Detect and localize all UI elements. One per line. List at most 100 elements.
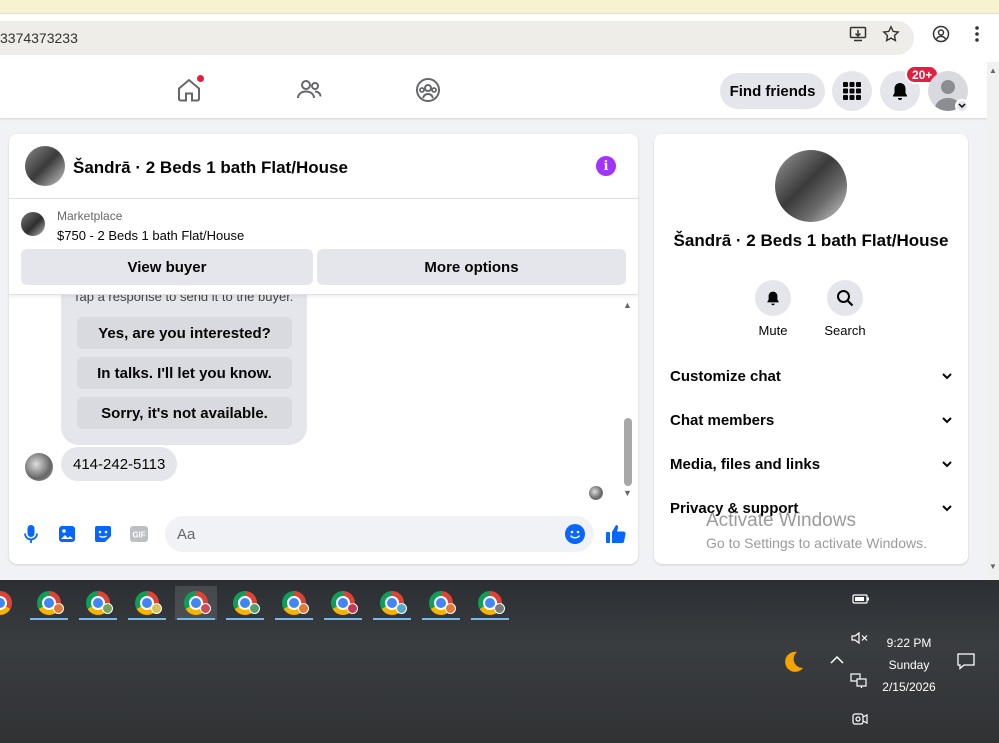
chat-title[interactable]: Šandrā · 2 Beds 1 bath Flat/House	[73, 158, 348, 178]
section-label: Media, files and links	[670, 455, 821, 473]
running-indicator	[324, 618, 362, 620]
taskbar-chrome-window-7[interactable]	[322, 586, 364, 620]
taskbar-chrome-window-10[interactable]	[469, 586, 511, 620]
night-light-moon-icon[interactable]	[780, 649, 806, 678]
chevron-down-icon	[942, 369, 952, 383]
marketplace-listing-card: Marketplace $750 - 2 Beds 1 bath Flat/Ho…	[9, 199, 638, 295]
address-bar[interactable]: 3374373233	[0, 21, 914, 55]
emoji-icon[interactable]	[565, 524, 585, 544]
quick-reply-hint: Tap a response to send it to the buyer.	[73, 295, 294, 304]
mute-label: Mute	[758, 323, 788, 338]
section-label: Customize chat	[670, 367, 781, 385]
install-app-icon[interactable]	[848, 24, 868, 44]
page-scrollbar[interactable]: ▲ ▼	[987, 62, 999, 580]
bell-icon[interactable]	[755, 280, 791, 316]
clock-time: 9:22 PM	[886, 636, 932, 650]
friends-icon[interactable]	[295, 76, 323, 104]
gif-icon[interactable]: GIF	[129, 524, 149, 544]
sender-avatar[interactable]	[25, 453, 53, 481]
quick-reply-not-available[interactable]: Sorry, it's not available.	[77, 397, 292, 429]
thumbs-up-icon[interactable]	[605, 523, 627, 545]
section-customize-chat[interactable]: Customize chat	[670, 364, 952, 388]
section-chat-members[interactable]: Chat members	[670, 408, 952, 432]
taskbar-chrome-window-9[interactable]	[420, 586, 462, 620]
message-scroll-thumb[interactable]	[624, 418, 632, 486]
show-hidden-icons-chevron-icon[interactable]	[830, 654, 844, 668]
taskbar-chrome-window-2[interactable]	[77, 586, 119, 620]
taskbar-chrome-window-8[interactable]	[371, 586, 413, 620]
taskbar-chrome-window-1[interactable]	[28, 586, 70, 620]
mute-action[interactable]: Mute	[743, 280, 803, 338]
account-chevron-icon[interactable]	[955, 99, 969, 113]
message-scrollbar[interactable]: ▲ ▼	[622, 300, 634, 498]
quick-reply-in-talks[interactable]: In talks. I'll let you know.	[77, 357, 292, 389]
search-action[interactable]: Search	[815, 280, 875, 338]
volume-muted-icon[interactable]	[850, 631, 868, 648]
listing-price[interactable]: $750 - 2 Beds 1 bath Flat/House	[57, 228, 244, 243]
chat-listing-photo[interactable]	[25, 146, 65, 186]
listing-source: Marketplace	[57, 209, 123, 223]
taskbar-app-partial[interactable]	[0, 586, 21, 620]
menu-grid-button[interactable]	[832, 71, 872, 111]
conversation-photo[interactable]	[775, 150, 847, 222]
message-scroll-up-icon[interactable]: ▲	[623, 300, 632, 310]
profile-badge-icon	[396, 603, 407, 614]
taskbar-clock[interactable]: 9:22 PM Sunday 2/15/2026	[870, 632, 948, 698]
taskbar-chrome-window-6[interactable]	[273, 586, 315, 620]
profile-badge-icon	[151, 603, 162, 614]
address-url: 3374373233	[0, 30, 78, 46]
meet-now-icon[interactable]	[852, 712, 868, 729]
groups-icon[interactable]	[414, 76, 442, 104]
scroll-down-arrow-icon[interactable]: ▼	[989, 562, 997, 571]
running-indicator	[471, 618, 509, 620]
running-indicator	[422, 618, 460, 620]
scroll-up-arrow-icon[interactable]: ▲	[989, 66, 997, 75]
profile-badge-icon	[200, 603, 211, 614]
conversation-title: Šandrā · 2 Beds 1 bath Flat/House	[673, 231, 949, 250]
network-icon[interactable]	[850, 673, 868, 692]
view-buyer-button[interactable]: View buyer	[21, 249, 313, 285]
windows-taskbar: 9:22 PM Sunday 2/15/2026	[0, 580, 999, 743]
section-media-files-links[interactable]: Media, files and links	[670, 452, 952, 476]
profile-badge-icon	[494, 603, 505, 614]
profile-badge-icon	[445, 603, 456, 614]
action-center-notifications-icon[interactable]	[956, 652, 976, 673]
battery-icon[interactable]	[852, 593, 870, 608]
search-label: Search	[824, 323, 866, 338]
listing-thumbnail[interactable]	[21, 212, 45, 236]
conversation-info-icon[interactable]: i	[596, 156, 616, 176]
chevron-down-icon	[942, 457, 952, 471]
clock-date: 2/15/2026	[882, 680, 936, 694]
quick-reply-interested[interactable]: Yes, are you interested?	[77, 317, 292, 349]
clock-day: Sunday	[888, 658, 930, 672]
bookmark-star-icon[interactable]	[881, 24, 901, 44]
running-indicator	[30, 618, 68, 620]
taskbar-chrome-window-5[interactable]	[224, 586, 266, 620]
find-friends-button[interactable]: Find friends	[720, 73, 825, 109]
message-bubble[interactable]: 414-242-5113	[61, 447, 178, 481]
microphone-icon[interactable]	[21, 524, 41, 544]
running-indicator	[226, 618, 264, 620]
running-indicator	[128, 618, 166, 620]
search-icon[interactable]	[827, 280, 863, 316]
quick-replies-bubble: Tap a response to send it to the buyer. …	[61, 295, 307, 445]
chrome-icon	[0, 591, 12, 615]
chevron-down-icon	[942, 501, 952, 515]
taskbar-chrome-window-4[interactable]	[175, 586, 217, 620]
message-input[interactable]	[165, 516, 594, 552]
section-label: Privacy & support	[670, 499, 799, 517]
grid-icon	[843, 82, 861, 100]
running-indicator	[177, 618, 215, 620]
photo-icon[interactable]	[57, 524, 77, 544]
more-options-button[interactable]: More options	[317, 249, 626, 285]
profile-icon[interactable]	[931, 24, 951, 44]
top-notification-strip	[0, 0, 999, 14]
taskbar-chrome-window-3[interactable]	[126, 586, 168, 620]
browser-menu-icon[interactable]	[967, 24, 987, 44]
svg-text:GIF: GIF	[132, 531, 145, 540]
chat-panel: Šandrā · 2 Beds 1 bath Flat/House i Mark…	[9, 134, 638, 564]
section-privacy-support[interactable]: Privacy & support	[670, 496, 952, 520]
message-scroll-down-icon[interactable]: ▼	[623, 488, 632, 498]
section-label: Chat members	[670, 411, 775, 429]
sticker-icon[interactable]	[93, 524, 113, 544]
